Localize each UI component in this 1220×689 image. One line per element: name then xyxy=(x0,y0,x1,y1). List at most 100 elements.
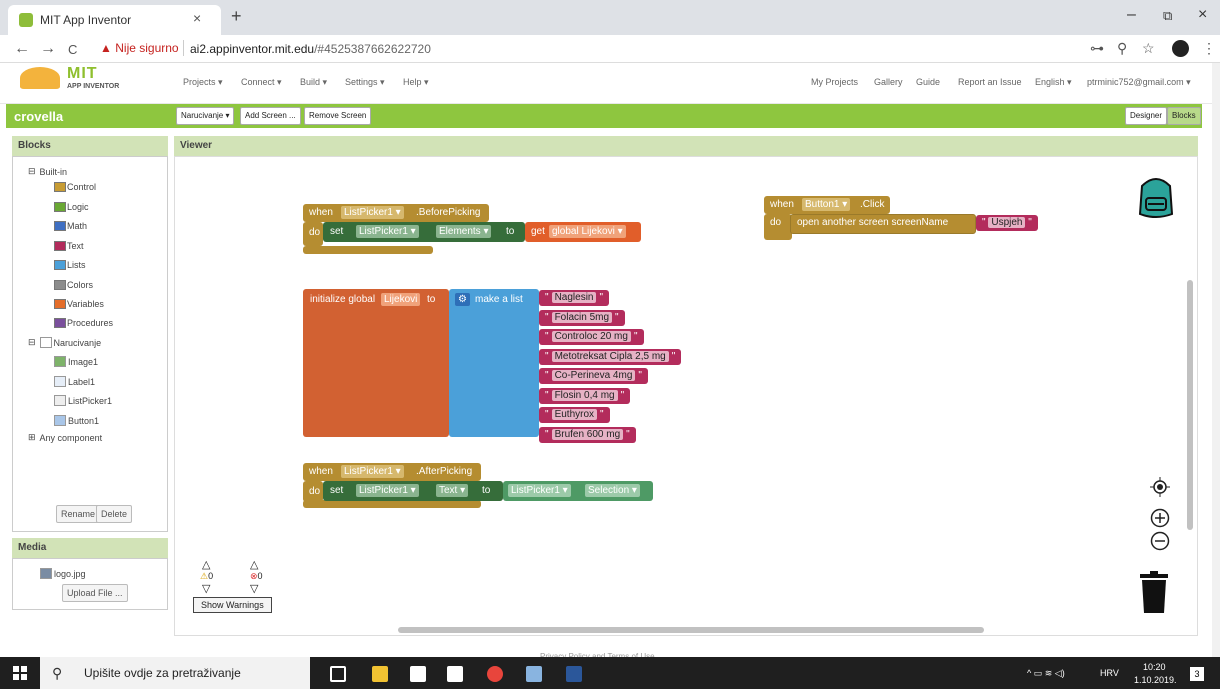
mutator-gear-icon[interactable]: ⚙ xyxy=(455,293,470,306)
text-string-block[interactable]: " Brufen 600 mg " xyxy=(539,426,636,443)
property-dropdown[interactable]: Elements ▾ xyxy=(436,225,492,238)
variable-dropdown[interactable]: global Lijekovi ▾ xyxy=(549,225,626,238)
clock-date[interactable]: 1.10.2019. xyxy=(1134,675,1177,685)
make-a-list-block[interactable] xyxy=(449,289,539,437)
collapse-icon[interactable]: ⊟ xyxy=(28,337,36,348)
tree-builtin[interactable]: ⊟ Built-in xyxy=(28,166,67,177)
category-colors[interactable]: Colors xyxy=(54,280,93,290)
minimize-button[interactable]: – xyxy=(1127,6,1136,24)
string-value[interactable]: Controloc 20 mg xyxy=(551,331,631,342)
tree-any-component[interactable]: ⊞ Any component xyxy=(28,432,102,443)
string-value[interactable]: Uspjeh xyxy=(988,217,1026,228)
show-warnings-button[interactable]: Show Warnings xyxy=(193,597,272,613)
category-control[interactable]: Control xyxy=(54,182,96,192)
menu-gallery[interactable]: Gallery xyxy=(874,77,903,87)
reload-icon[interactable]: C xyxy=(68,42,77,57)
property-dropdown[interactable]: Selection ▾ xyxy=(585,484,640,497)
app-inventor-logo-icon[interactable] xyxy=(20,67,60,89)
menu-projects[interactable]: Projects ▾ xyxy=(183,77,223,88)
page-scrollbar[interactable] xyxy=(1212,63,1220,657)
menu-guide[interactable]: Guide xyxy=(916,77,940,87)
key-icon[interactable]: ⊶ xyxy=(1090,40,1104,57)
errors-down-arrow-icon[interactable]: ▽ xyxy=(250,582,258,595)
mail-icon[interactable] xyxy=(447,666,463,682)
trash-icon[interactable] xyxy=(1140,571,1168,613)
chrome-icon[interactable] xyxy=(487,666,503,682)
zoom-icon[interactable]: ⚲ xyxy=(1117,40,1127,57)
language-indicator[interactable]: HRV xyxy=(1100,668,1119,678)
zoom-in-icon[interactable] xyxy=(1150,508,1170,528)
component-dropdown[interactable]: ListPicker1 ▾ xyxy=(356,225,419,238)
screen-select[interactable]: Narucivanje ▾ xyxy=(176,107,235,125)
upload-file-button[interactable]: Upload File ... xyxy=(62,584,128,602)
windows-start-icon[interactable] xyxy=(13,666,27,680)
text-string-block[interactable]: " Controloc 20 mg " xyxy=(539,329,644,345)
store-icon[interactable] xyxy=(410,666,426,682)
text-string-block[interactable]: " Co-Perineva 4mg " xyxy=(539,368,648,384)
browser-menu-icon[interactable]: ⋮ xyxy=(1202,40,1216,57)
category-logic[interactable]: Logic xyxy=(54,202,89,212)
string-value[interactable]: Folacin 5mg xyxy=(551,311,613,323)
new-tab-button[interactable]: + xyxy=(231,6,242,27)
menu-report-issue[interactable]: Report an Issue xyxy=(958,77,1022,87)
string-value[interactable]: Metotreksat Cipla 2,5 mg xyxy=(551,350,669,362)
app-icon[interactable] xyxy=(526,666,542,682)
errors-up-arrow-icon[interactable]: △ xyxy=(250,558,258,571)
text-string-block[interactable]: " Naglesin " xyxy=(539,290,610,306)
component-dropdown[interactable]: ListPicker1 ▾ xyxy=(508,484,571,497)
component-dropdown[interactable]: Button1 ▾ xyxy=(802,198,851,211)
string-value[interactable]: Euthyrox xyxy=(551,409,598,420)
component-dropdown[interactable]: ListPicker1 ▾ xyxy=(356,484,419,497)
warnings-up-arrow-icon[interactable]: △ xyxy=(202,558,210,571)
menu-language[interactable]: English ▾ xyxy=(1035,77,1072,88)
string-value[interactable]: Co-Perineva 4mg xyxy=(551,370,636,381)
forward-icon[interactable]: → xyxy=(40,40,56,58)
delete-button[interactable]: Delete xyxy=(96,505,133,523)
file-explorer-icon[interactable] xyxy=(372,666,388,682)
menu-account[interactable]: ptrminic752@gmail.com ▾ xyxy=(1087,77,1191,88)
window-close-button[interactable]: × xyxy=(1198,6,1207,24)
profile-avatar[interactable] xyxy=(1172,40,1189,57)
word-icon[interactable] xyxy=(566,666,582,682)
component-dropdown[interactable]: ListPicker1 ▾ xyxy=(341,465,404,478)
blocks-button[interactable]: Blocks xyxy=(1167,107,1201,125)
collapse-icon[interactable]: ⊟ xyxy=(28,166,36,177)
text-string-block[interactable]: " Metotreksat Cipla 2,5 mg " xyxy=(539,348,682,365)
text-string-block[interactable]: " Flosin 0,4 mg " xyxy=(539,387,631,404)
taskbar-search[interactable]: Upišite ovdje za pretraživanje xyxy=(40,657,310,689)
bookmark-star-icon[interactable]: ☆ xyxy=(1142,40,1155,57)
component-button1[interactable]: Button1 xyxy=(54,415,99,426)
category-text[interactable]: Text xyxy=(54,241,84,251)
variable-name-field[interactable]: Lijekovi xyxy=(381,293,421,306)
clock-time[interactable]: 10:20 xyxy=(1143,662,1166,672)
task-view-icon[interactable] xyxy=(330,666,346,682)
back-icon[interactable]: ← xyxy=(14,40,30,58)
expand-icon[interactable]: ⊞ xyxy=(28,432,36,443)
component-image1[interactable]: Image1 xyxy=(54,356,98,367)
text-string-block[interactable]: " Folacin 5mg " xyxy=(539,309,625,326)
horizontal-scrollbar[interactable] xyxy=(398,627,984,633)
zoom-out-icon[interactable] xyxy=(1150,531,1170,551)
string-value[interactable]: Flosin 0,4 mg xyxy=(551,389,618,401)
backpack-icon[interactable] xyxy=(1132,172,1180,220)
tab-close-icon[interactable]: × xyxy=(193,10,201,26)
property-dropdown[interactable]: Text ▾ xyxy=(436,484,469,497)
category-variables[interactable]: Variables xyxy=(54,299,104,309)
text-string-block[interactable]: " Euthyrox " xyxy=(539,407,610,423)
restore-button[interactable]: ⧉ xyxy=(1163,8,1172,24)
menu-settings[interactable]: Settings ▾ xyxy=(345,77,385,88)
tree-screen[interactable]: ⊟ Narucivanje xyxy=(28,337,101,348)
string-value[interactable]: Brufen 600 mg xyxy=(551,428,624,440)
media-file[interactable]: logo.jpg xyxy=(40,568,86,579)
text-string-block[interactable]: " Uspjeh " xyxy=(976,215,1038,231)
url-field[interactable]: ai2.appinventor.mit.edu/#452538766262272… xyxy=(190,42,431,56)
category-math[interactable]: Math xyxy=(54,221,87,231)
category-procedures[interactable]: Procedures xyxy=(54,318,113,328)
menu-build[interactable]: Build ▾ xyxy=(300,77,327,88)
menu-my-projects[interactable]: My Projects xyxy=(811,77,858,87)
rename-button[interactable]: Rename xyxy=(56,505,101,523)
designer-button[interactable]: Designer xyxy=(1125,107,1168,125)
component-dropdown[interactable]: ListPicker1 ▾ xyxy=(341,206,404,219)
tray-icons[interactable]: ^ ▭ ≋ ◁) xyxy=(1027,668,1065,679)
recenter-icon[interactable] xyxy=(1150,477,1170,497)
